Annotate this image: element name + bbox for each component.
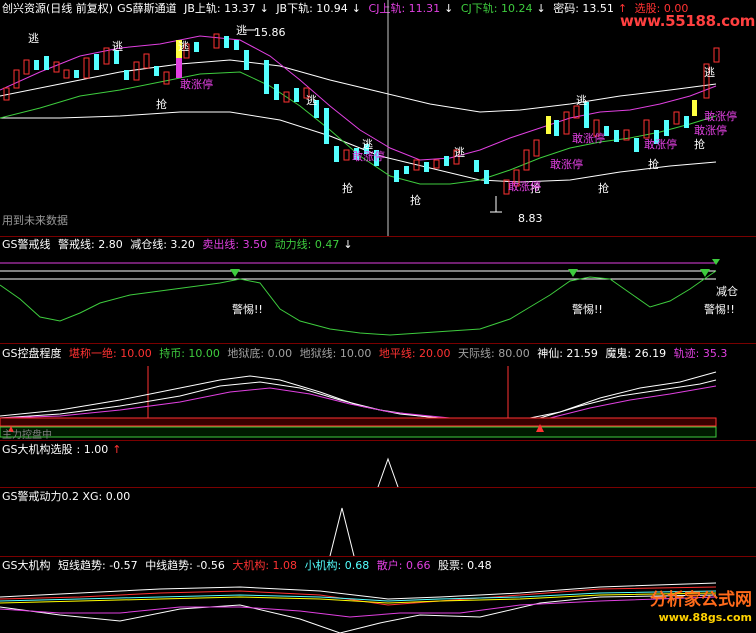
escape-tag: 逃 bbox=[112, 40, 123, 53]
up-candles bbox=[3, 33, 720, 195]
control-svg bbox=[0, 366, 717, 438]
alert-tag: 警惕!! bbox=[704, 303, 735, 316]
limit-up-tag: 敢涨停 bbox=[644, 138, 677, 151]
escape-tag: 逃 bbox=[178, 40, 189, 53]
escape-tag: 逃 bbox=[236, 24, 247, 37]
inst-spike bbox=[377, 457, 399, 487]
control-panel[interactable]: GS控盘程度 堪称一绝: 10.00 持币: 10.00 地狱底: 0.00 地… bbox=[0, 344, 756, 441]
inst-svg bbox=[377, 457, 399, 487]
god-line bbox=[0, 371, 717, 423]
control-strip bbox=[0, 417, 717, 427]
yellow-candles bbox=[176, 40, 697, 134]
footer-brand: 分析家公式网 bbox=[650, 590, 752, 610]
footer-url: www.88gs.com bbox=[658, 611, 752, 624]
grab-tag: 抢 bbox=[598, 182, 609, 195]
escape-tag: 逃 bbox=[704, 66, 715, 79]
low-value-label: 8.83 bbox=[518, 212, 543, 225]
candles bbox=[3, 29, 720, 213]
grab-tag: 抢 bbox=[342, 182, 353, 195]
high-value-label: 15.86 bbox=[254, 26, 286, 39]
power-line bbox=[0, 270, 717, 336]
big-institution-panel[interactable]: GS大机构 短线趋势: -0.57 中线趋势: -0.56 大机构: 1.08 … bbox=[0, 557, 756, 633]
limit-up-tag: 敢涨停 bbox=[550, 158, 583, 171]
jb-upper-line bbox=[0, 59, 717, 113]
escape-tag: 逃 bbox=[454, 146, 465, 159]
main-chart-svg bbox=[0, 0, 720, 236]
reduce-tag: 减仓 bbox=[716, 285, 738, 298]
magenta-candle bbox=[176, 58, 182, 78]
main-chart-panel[interactable]: 创兴资源(日线 前复权) GS薛斯通道 JB上轨: 13.37 ↓ JB下轨: 10… bbox=[0, 0, 756, 236]
escape-tag: 逃 bbox=[576, 94, 587, 107]
alert-arrows bbox=[230, 259, 720, 277]
grab-tag: 抢 bbox=[410, 194, 421, 207]
limit-up-tag: 敢涨停 bbox=[180, 78, 213, 91]
escape-tag: 逃 bbox=[28, 32, 39, 45]
power2-svg bbox=[329, 507, 355, 556]
institution-pick-panel[interactable]: GS大机构选股: 1.00 ↑ bbox=[0, 441, 756, 487]
jb-lower-line bbox=[0, 111, 717, 183]
grab-tag: 抢 bbox=[694, 138, 705, 151]
grab-tag: 抢 bbox=[648, 158, 659, 171]
alert-power-panel[interactable]: GS警戒动力0.2 XG: 0.00 bbox=[0, 488, 756, 556]
alert-tag: 警惕!! bbox=[572, 303, 603, 316]
power2-spike bbox=[329, 507, 355, 556]
escape-tag: 逃 bbox=[306, 94, 317, 107]
limit-up-tag: 敢涨停 bbox=[508, 180, 541, 193]
alert-panel[interactable]: GS警戒线 警戒线: 2.80 减仓线: 3.20 卖出线: 3.50 动力线:… bbox=[0, 237, 756, 343]
footer-watermark: 分析家公式网 www.88gs.com bbox=[650, 591, 752, 627]
control-strip-label: 主力控盘中 bbox=[2, 430, 52, 441]
big-svg bbox=[0, 582, 717, 633]
alert-svg bbox=[0, 259, 720, 336]
big-inst-line bbox=[0, 586, 717, 606]
limit-up-tag: 敢涨停 bbox=[694, 124, 727, 137]
devil-line bbox=[0, 379, 717, 423]
limit-up-tag: 敢涨停 bbox=[352, 150, 385, 163]
grab-tag: 抢 bbox=[156, 98, 167, 111]
limit-up-tag: 敢涨停 bbox=[572, 132, 605, 145]
alert-tag: 警惕!! bbox=[232, 303, 263, 316]
control-bars bbox=[0, 426, 717, 438]
